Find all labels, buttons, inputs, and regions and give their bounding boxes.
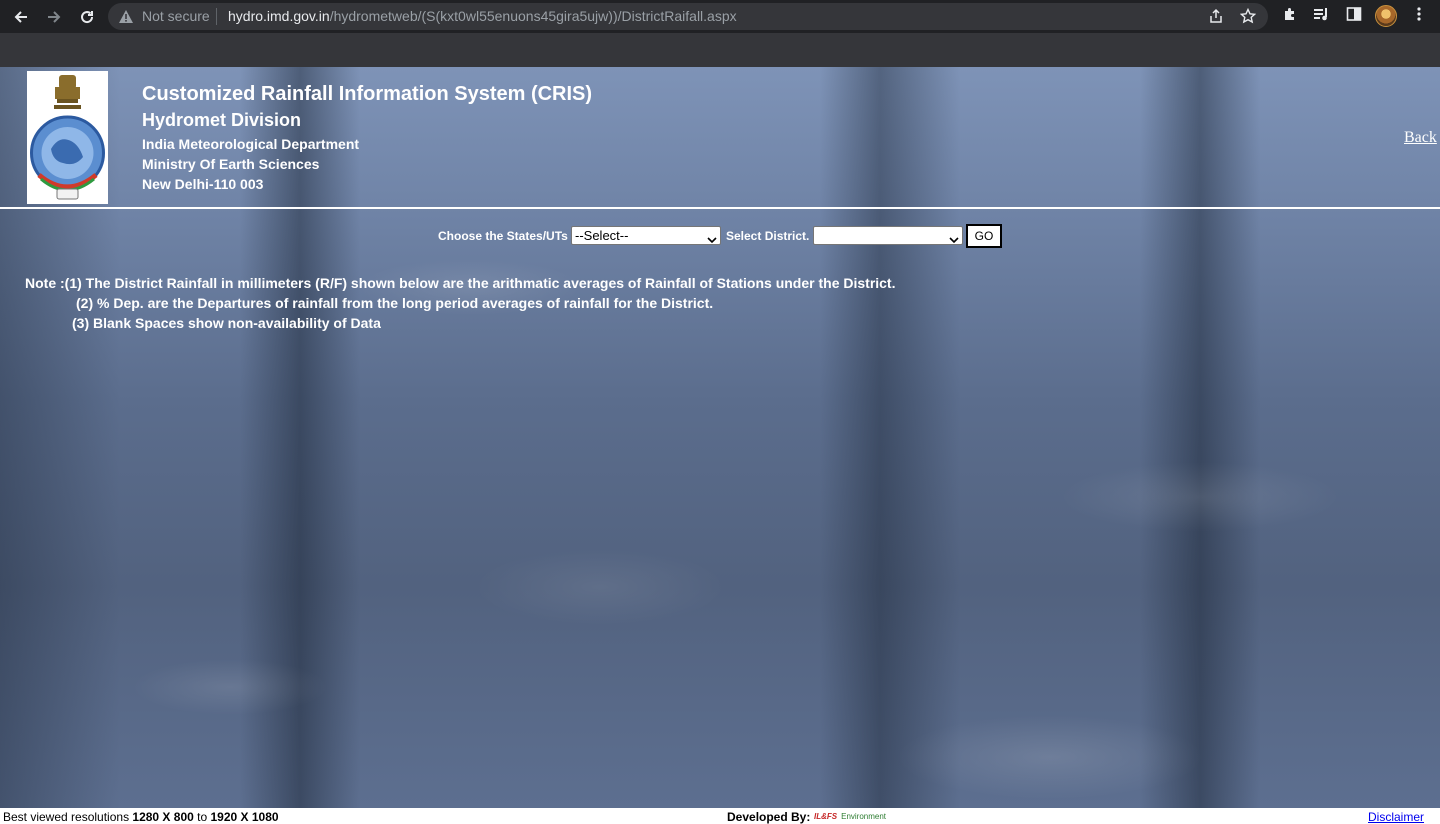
developed-by-label: Developed By: bbox=[727, 810, 811, 824]
share-icon[interactable] bbox=[1208, 8, 1224, 29]
state-select-value: --Select-- bbox=[575, 228, 629, 243]
url-path: /hydrometweb/(S(kxt0wl55enuons45gira5ujw… bbox=[329, 8, 737, 24]
browser-chrome: Not secure hydro.imd.gov.in/hydrometweb/… bbox=[0, 0, 1440, 67]
filter-row: Choose the States/UTs --Select-- Select … bbox=[0, 224, 1440, 248]
warning-icon bbox=[118, 9, 134, 29]
disclaimer-link[interactable]: Disclaimer bbox=[1368, 810, 1424, 824]
url-host: hydro.imd.gov.in bbox=[228, 8, 330, 24]
district-select[interactable] bbox=[813, 226, 963, 245]
back-arrow-icon[interactable] bbox=[8, 4, 34, 30]
omnibox-separator bbox=[216, 8, 217, 25]
developer-logo: IL&FS Environment bbox=[814, 812, 886, 821]
back-link[interactable]: Back bbox=[1404, 129, 1437, 147]
resolution-max: 1920 X 1080 bbox=[210, 810, 279, 824]
url-text[interactable]: hydro.imd.gov.in/hydrometweb/(S(kxt0wl55… bbox=[228, 8, 737, 24]
state-select[interactable]: --Select-- bbox=[571, 226, 721, 245]
division-name: Hydromet Division bbox=[142, 110, 302, 130]
note-line-2: (2) % Dep. are the Departures of rainfal… bbox=[76, 295, 714, 311]
org-line-ministry: Ministry Of Earth Sciences bbox=[142, 156, 320, 172]
org-line-department: India Meteorological Department bbox=[142, 136, 360, 152]
address-bar[interactable]: Not secure hydro.imd.gov.in/hydrometweb/… bbox=[108, 3, 1268, 30]
state-label: Choose the States/UTs bbox=[438, 229, 568, 243]
reload-icon[interactable] bbox=[74, 4, 100, 30]
resolution-to: to bbox=[193, 810, 211, 824]
site-title: Customized Rainfall Information System (… bbox=[142, 83, 593, 105]
puzzle-icon[interactable] bbox=[1282, 6, 1298, 27]
developer-logo-sub: Environment bbox=[841, 812, 887, 821]
best-viewed-text: Best viewed resolutions 1280 X 800 to 19… bbox=[3, 810, 279, 824]
header-divider bbox=[0, 207, 1440, 209]
page-content: Customized Rainfall Information System (… bbox=[0, 67, 1440, 808]
site-header: Customized Rainfall Information System (… bbox=[0, 67, 1440, 207]
org-line-address: New Delhi-110 003 bbox=[142, 176, 264, 192]
best-viewed-prefix: Best viewed resolutions bbox=[3, 810, 133, 824]
go-button[interactable]: GO bbox=[966, 224, 1002, 248]
note-line-1: Note :(1) The District Rainfall in milli… bbox=[25, 275, 896, 291]
kebab-menu-icon[interactable] bbox=[1411, 6, 1427, 27]
media-icon[interactable] bbox=[1313, 6, 1331, 27]
browser-toolbar: Not secure hydro.imd.gov.in/hydrometweb/… bbox=[0, 0, 1440, 33]
forward-arrow-icon[interactable] bbox=[41, 4, 67, 30]
page-footer: Best viewed resolutions 1280 X 800 to 19… bbox=[0, 808, 1440, 824]
developer-logo-main: IL&FS bbox=[814, 812, 838, 821]
district-label: Select District. bbox=[726, 229, 810, 243]
chevron-down-icon bbox=[949, 231, 959, 248]
note-line-3: (3) Blank Spaces show non-availability o… bbox=[72, 315, 381, 331]
star-icon[interactable] bbox=[1239, 7, 1257, 29]
resolution-min: 1280 X 800 bbox=[132, 810, 194, 824]
imd-emblem-logo bbox=[27, 71, 108, 204]
side-panel-icon[interactable] bbox=[1346, 6, 1362, 27]
security-status[interactable]: Not secure bbox=[142, 8, 210, 24]
profile-avatar[interactable] bbox=[1375, 5, 1397, 27]
chevron-down-icon bbox=[707, 231, 717, 248]
